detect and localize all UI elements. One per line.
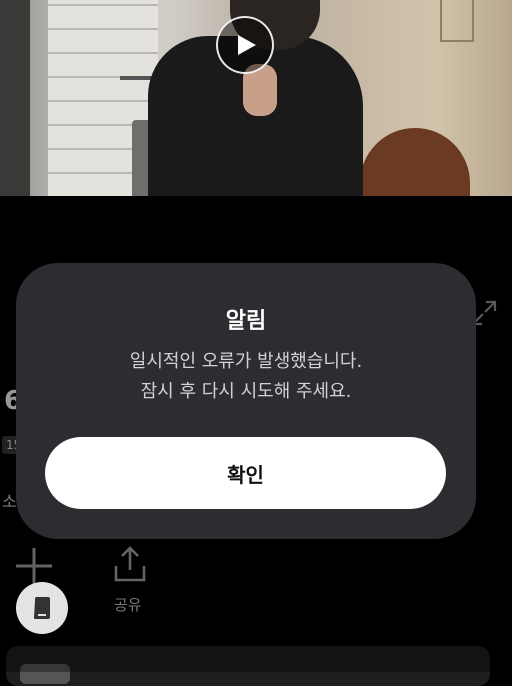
dialog-message-line-1: 일시적인 오류가 발생했습니다.	[129, 351, 363, 372]
dialog-title: 알림	[225, 309, 267, 334]
mobile-device-icon	[34, 597, 50, 619]
dialog-message-line-2: 잠시 후 다시 시도해 주세요.	[140, 381, 352, 402]
play-button[interactable]	[216, 16, 274, 74]
video-frame-edge	[0, 0, 30, 196]
video-chair	[360, 128, 470, 196]
dialog-message: 일시적인 오류가 발생했습니다. 잠시 후 다시 시도해 주세요.	[16, 347, 476, 407]
floating-action-button[interactable]	[16, 582, 68, 634]
alert-dialog: 알림 일시적인 오류가 발생했습니다. 잠시 후 다시 시도해 주세요. 확인	[16, 263, 476, 539]
video-player[interactable]	[0, 0, 512, 196]
confirm-button[interactable]: 확인	[45, 437, 446, 509]
play-icon	[238, 35, 256, 55]
video-window	[440, 0, 474, 42]
